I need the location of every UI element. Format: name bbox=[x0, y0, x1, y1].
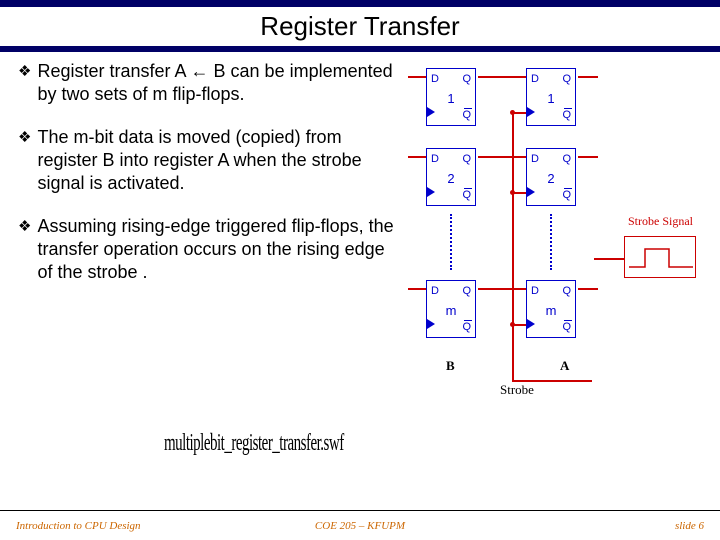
wire bbox=[478, 288, 526, 290]
ff-d-label: D bbox=[431, 73, 439, 85]
ff-index: 1 bbox=[527, 91, 575, 106]
ff-qbar-label: Q bbox=[562, 321, 571, 333]
wire bbox=[478, 156, 526, 158]
ff-q-label: Q bbox=[462, 285, 471, 297]
clock-triangle-icon bbox=[427, 107, 435, 117]
bullet-text: Register transfer A ← B can be implement… bbox=[37, 60, 398, 106]
strobe-waveform-icon bbox=[625, 237, 697, 279]
ff-q-label: Q bbox=[562, 73, 571, 85]
bullet-text: The m-bit data is moved (copied) from re… bbox=[37, 126, 398, 195]
ff-index: m bbox=[427, 303, 475, 318]
footer-right: slide 6 bbox=[675, 520, 704, 532]
title-bar: Register Transfer bbox=[0, 0, 720, 52]
clock-triangle-icon bbox=[527, 187, 535, 197]
node-icon bbox=[510, 322, 515, 327]
ff-qbar-label: Q bbox=[462, 109, 471, 121]
ff-q-label: Q bbox=[462, 153, 471, 165]
flipflop-b1: D Q Q 1 bbox=[426, 68, 476, 126]
flipflop-a2: D Q Q 2 bbox=[526, 148, 576, 206]
bullet-item: ❖ Register transfer A ← B can be impleme… bbox=[18, 60, 398, 106]
ff-q-label: Q bbox=[562, 153, 571, 165]
bullet-item: ❖ The m-bit data is moved (copied) from … bbox=[18, 126, 398, 195]
ff-d-label: D bbox=[531, 73, 539, 85]
ff-d-label: D bbox=[531, 285, 539, 297]
wire bbox=[478, 76, 526, 78]
ff-d-label: D bbox=[431, 153, 439, 165]
wire bbox=[578, 156, 598, 158]
ff-d-label: D bbox=[531, 153, 539, 165]
strobe-signal-label: Strobe Signal bbox=[628, 214, 693, 229]
wire bbox=[408, 76, 426, 78]
page-title: Register Transfer bbox=[0, 7, 720, 46]
footer: Introduction to CPU Design COE 205 – KFU… bbox=[0, 510, 720, 540]
clock-triangle-icon bbox=[527, 107, 535, 117]
wire bbox=[578, 76, 598, 78]
ff-q-label: Q bbox=[462, 73, 471, 85]
ellipsis-dots-icon bbox=[550, 214, 552, 270]
ff-qbar-label: Q bbox=[462, 321, 471, 333]
ff-qbar-label: Q bbox=[462, 189, 471, 201]
flipflop-b2: D Q Q 2 bbox=[426, 148, 476, 206]
wire bbox=[408, 156, 426, 158]
ellipsis-dots-icon bbox=[450, 214, 452, 270]
strobe-label: Strobe bbox=[500, 382, 534, 398]
clock-triangle-icon bbox=[527, 319, 535, 329]
bullet-icon: ❖ bbox=[18, 215, 31, 238]
bullet-icon: ❖ bbox=[18, 126, 31, 149]
ff-q-label: Q bbox=[562, 285, 571, 297]
overline-icon bbox=[564, 320, 572, 321]
ff-index: 2 bbox=[527, 171, 575, 186]
bullet-item: ❖ Assuming rising-edge triggered flip-fl… bbox=[18, 215, 398, 284]
flipflop-bm: D Q Q m bbox=[426, 280, 476, 338]
register-diagram: D Q Q 1 D Q Q 2 D Q Q m D Q Q 1 D Q Q 2 bbox=[408, 62, 708, 462]
ff-index: m bbox=[527, 303, 575, 318]
strobe-waveform-box bbox=[624, 236, 696, 278]
overline-icon bbox=[464, 188, 472, 189]
overline-icon bbox=[464, 320, 472, 321]
ff-qbar-label: Q bbox=[562, 189, 571, 201]
ff-index: 1 bbox=[427, 91, 475, 106]
flipflop-am: D Q Q m bbox=[526, 280, 576, 338]
node-icon bbox=[510, 190, 515, 195]
bullet-icon: ❖ bbox=[18, 60, 31, 83]
ff-qbar-label: Q bbox=[562, 109, 571, 121]
swf-filename: multiplebit_register_transfer.swf bbox=[164, 431, 344, 458]
overline-icon bbox=[564, 188, 572, 189]
wire bbox=[408, 288, 426, 290]
clock-triangle-icon bbox=[427, 319, 435, 329]
ff-d-label: D bbox=[431, 285, 439, 297]
bullet-text: Assuming rising-edge triggered flip-flop… bbox=[37, 215, 398, 284]
wire bbox=[578, 288, 598, 290]
clock-triangle-icon bbox=[427, 187, 435, 197]
footer-center: COE 205 – KFUPM bbox=[0, 520, 720, 532]
overline-icon bbox=[464, 108, 472, 109]
ff-index: 2 bbox=[427, 171, 475, 186]
node-icon bbox=[510, 110, 515, 115]
flipflop-a1: D Q Q 1 bbox=[526, 68, 576, 126]
bullet-list: ❖ Register transfer A ← B can be impleme… bbox=[18, 60, 398, 304]
register-a-label: A bbox=[560, 358, 569, 374]
overline-icon bbox=[564, 108, 572, 109]
strobe-connector bbox=[594, 258, 624, 260]
register-b-label: B bbox=[446, 358, 455, 374]
strobe-bus bbox=[512, 112, 514, 380]
